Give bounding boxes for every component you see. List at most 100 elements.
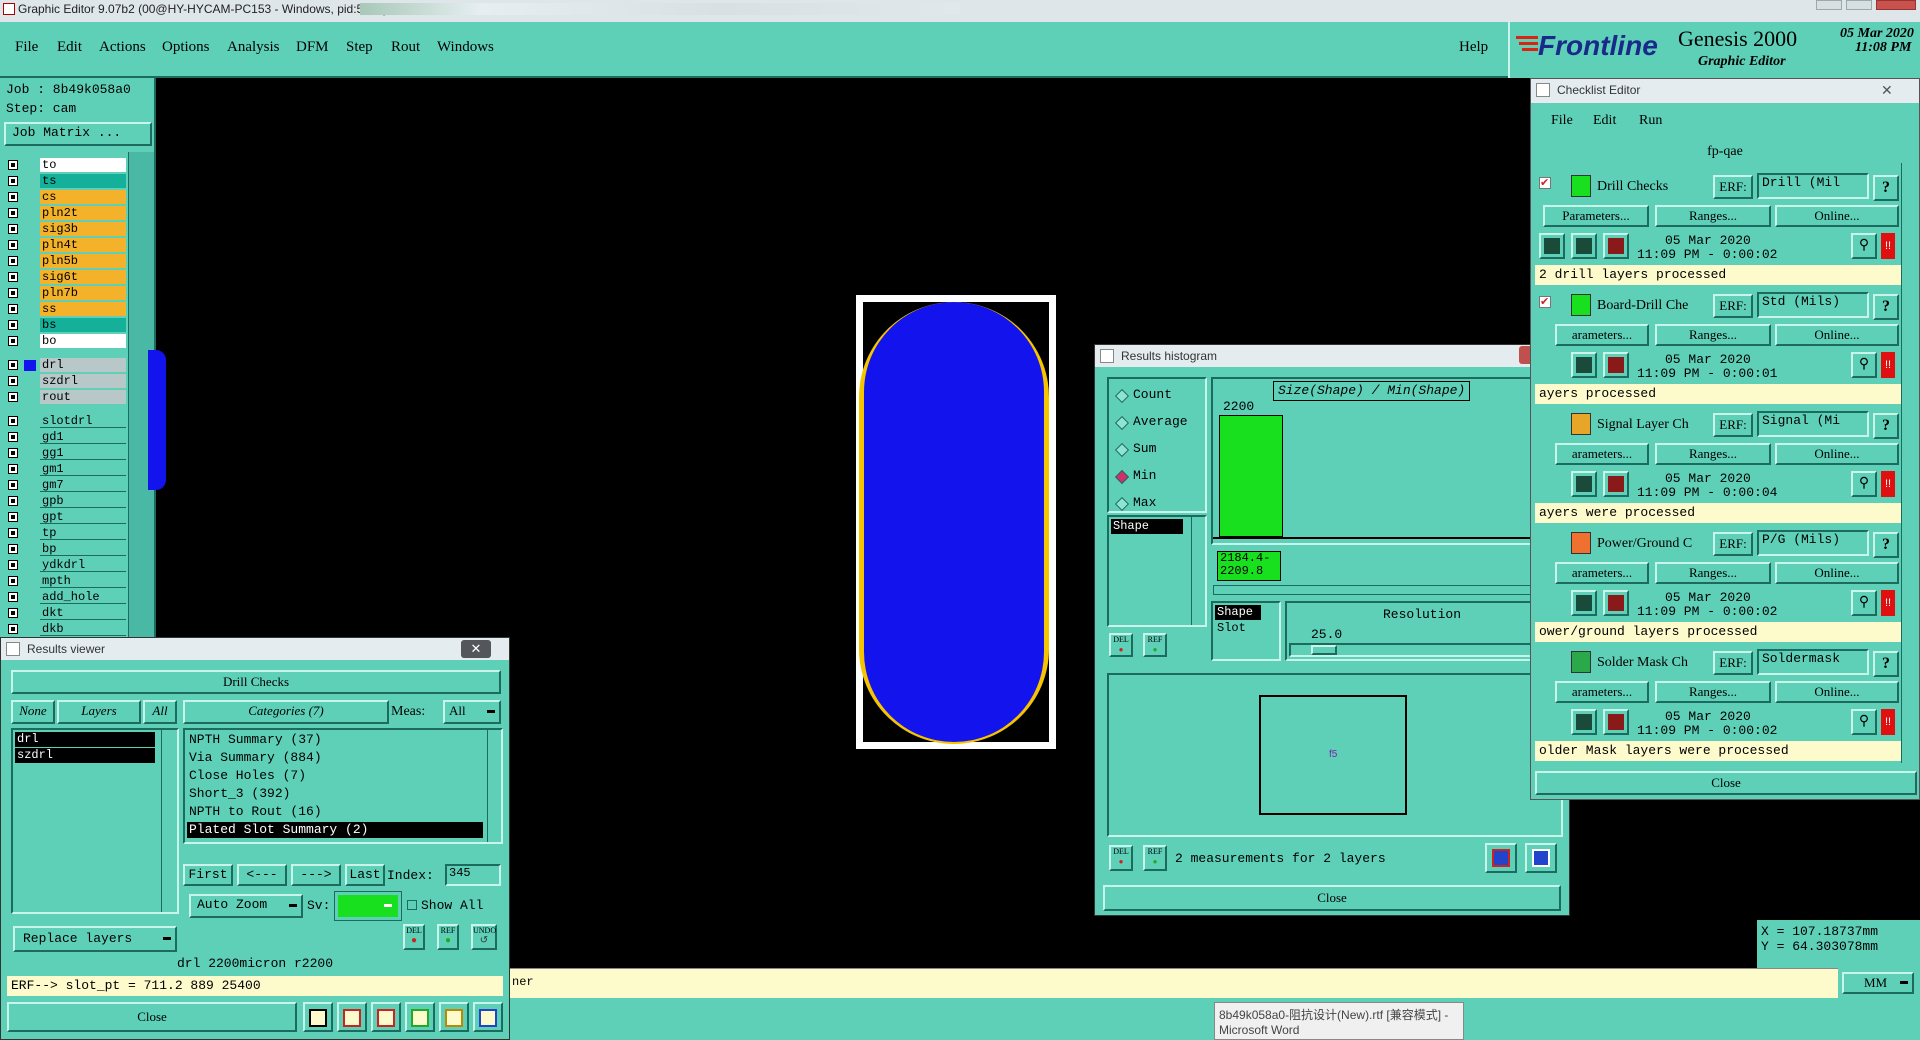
- erf-button[interactable]: ERF:: [1713, 294, 1753, 318]
- layer-row-gpb[interactable]: gpb: [6, 494, 126, 509]
- parameters-button[interactable]: arameters...: [1555, 562, 1649, 584]
- layer-checkbox[interactable]: [8, 432, 18, 442]
- check-name[interactable]: Drill Checks: [1597, 179, 1707, 195]
- next-button[interactable]: --->: [291, 864, 341, 886]
- menu-analysis[interactable]: Analysis: [227, 39, 280, 56]
- menu-windows[interactable]: Windows: [437, 39, 494, 56]
- layer-checkbox[interactable]: [8, 416, 18, 426]
- bin-range-label[interactable]: 2184.4- 2209.8: [1217, 551, 1281, 581]
- field-listbox[interactable]: Shape: [1107, 515, 1207, 627]
- online-button[interactable]: Online...: [1775, 562, 1899, 584]
- histogram-bar[interactable]: [1219, 415, 1283, 537]
- field-scrollbar[interactable]: [1191, 517, 1205, 625]
- layer-row-dkt[interactable]: dkt: [6, 606, 126, 621]
- layer-row-add_hole[interactable]: add_hole: [6, 590, 126, 605]
- categories-scrollbar[interactable]: [487, 730, 501, 842]
- erf-button[interactable]: ERF:: [1713, 175, 1753, 199]
- ranges-button[interactable]: Ranges...: [1655, 324, 1771, 346]
- job-matrix-button[interactable]: Job Matrix ...: [4, 122, 152, 146]
- layer-checkbox[interactable]: [8, 208, 18, 218]
- zoom-results-button[interactable]: ⚲: [1851, 471, 1877, 497]
- check-name[interactable]: Solder Mask Ch: [1597, 655, 1707, 671]
- layer-checkbox[interactable]: [8, 272, 18, 282]
- checklist-menu-run[interactable]: Run: [1639, 113, 1662, 129]
- check-help-button[interactable]: ?: [1873, 175, 1899, 201]
- stat-option-min[interactable]: Min: [1114, 468, 1203, 486]
- erf-button[interactable]: ERF:: [1713, 651, 1753, 675]
- layer-row-gpt[interactable]: gpt: [6, 510, 126, 525]
- undo-button[interactable]: UNDO ↺: [471, 924, 497, 950]
- checklist-menu-edit[interactable]: Edit: [1593, 113, 1616, 129]
- layer-row-pln4t[interactable]: pln4t: [6, 238, 126, 253]
- maximize-icon[interactable]: [1846, 0, 1872, 10]
- show-all-checkbox[interactable]: [407, 900, 417, 910]
- histogram-close-button[interactable]: Close: [1103, 885, 1561, 911]
- layer-checkbox[interactable]: [8, 576, 18, 586]
- layer-checkbox[interactable]: [8, 528, 18, 538]
- layer-checkbox[interactable]: [8, 544, 18, 554]
- report-tool-button[interactable]: [439, 1002, 469, 1032]
- param-shape[interactable]: Shape: [1215, 605, 1261, 620]
- number-tool-button[interactable]: [405, 1002, 435, 1032]
- layer-checkbox[interactable]: [8, 160, 18, 170]
- layer-checkbox[interactable]: [8, 336, 18, 346]
- categories-listbox[interactable]: NPTH Summary (37) Via Summary (884) Close …: [183, 728, 503, 844]
- parameters-button[interactable]: arameters...: [1555, 681, 1649, 703]
- checklist-close-button[interactable]: Close: [1535, 771, 1917, 795]
- field-shape[interactable]: Shape: [1111, 519, 1183, 534]
- stop-check-button[interactable]: [1603, 352, 1629, 378]
- layer-checkbox[interactable]: [8, 560, 18, 570]
- layer-row-dkb[interactable]: dkb: [6, 622, 126, 637]
- layer-checkbox[interactable]: [8, 224, 18, 234]
- parameters-button[interactable]: arameters...: [1555, 324, 1649, 346]
- layer-checkbox[interactable]: [8, 240, 18, 250]
- menu-rout[interactable]: Rout: [391, 39, 420, 56]
- zoom-in-button[interactable]: [1485, 843, 1517, 873]
- ranges-button[interactable]: Ranges...: [1655, 205, 1771, 227]
- layer-row-pln7b[interactable]: pln7b: [6, 286, 126, 301]
- close-icon[interactable]: [1876, 0, 1916, 10]
- resolution-slider[interactable]: [1289, 643, 1557, 657]
- layer-row-gg1[interactable]: gg1: [6, 446, 126, 461]
- layer-result-szdrl[interactable]: szdrl: [15, 748, 155, 763]
- results-viewer-close-button[interactable]: Close: [7, 1002, 297, 1032]
- ranges-button[interactable]: Ranges...: [1655, 443, 1771, 465]
- erf-value[interactable]: Drill (Mil: [1757, 173, 1869, 199]
- last-button[interactable]: Last: [345, 864, 385, 886]
- run-all-button[interactable]: [1571, 590, 1597, 616]
- chart-hscrollbar[interactable]: [1213, 585, 1561, 595]
- prev-button[interactable]: <---: [237, 864, 287, 886]
- replace-layers-dropdown[interactable]: Replace layers: [13, 926, 177, 952]
- category-item[interactable]: NPTH to Rout (16): [187, 804, 483, 820]
- layer-checkbox[interactable]: [8, 392, 18, 402]
- menu-step[interactable]: Step: [346, 39, 373, 56]
- layer-row-szdrl[interactable]: szdrl: [6, 374, 126, 389]
- layer-checkbox[interactable]: [8, 496, 18, 506]
- check-enabled-checkbox[interactable]: ✔: [1539, 296, 1551, 308]
- layer-row-ts[interactable]: ts: [6, 174, 126, 189]
- stop-check-button[interactable]: [1603, 590, 1629, 616]
- stop-check-button[interactable]: [1603, 233, 1629, 259]
- zoom-results-button[interactable]: ⚲: [1851, 233, 1877, 259]
- layer-row-bp[interactable]: bp: [6, 542, 126, 557]
- layer-checkbox[interactable]: [8, 608, 18, 618]
- results-viewer-close-icon[interactable]: ✕: [461, 640, 491, 658]
- layer-row-cs[interactable]: cs: [6, 190, 126, 205]
- category-item[interactable]: Close Holes (7): [187, 768, 483, 784]
- layers-button[interactable]: Layers: [57, 700, 141, 724]
- stop-check-button[interactable]: [1603, 709, 1629, 735]
- erf-value[interactable]: Std (Mils): [1757, 292, 1869, 318]
- stat-option-count[interactable]: Count: [1114, 387, 1203, 405]
- online-button[interactable]: Online...: [1775, 324, 1899, 346]
- layer-row-gm1[interactable]: gm1: [6, 462, 126, 477]
- meas-dropdown[interactable]: All: [443, 700, 501, 724]
- zoom-results-button[interactable]: ⚲: [1851, 590, 1877, 616]
- run-all-button[interactable]: [1571, 233, 1597, 259]
- ref-button[interactable]: REF ●: [437, 924, 459, 950]
- erf-button[interactable]: ERF:: [1713, 532, 1753, 556]
- run-all-button[interactable]: [1571, 471, 1597, 497]
- index-field[interactable]: 345: [445, 864, 501, 886]
- category-item[interactable]: Short_3 (392): [187, 786, 483, 802]
- erf-value[interactable]: Soldermask: [1757, 649, 1869, 675]
- layer-row-ydkdrl[interactable]: ydkdrl: [6, 558, 126, 573]
